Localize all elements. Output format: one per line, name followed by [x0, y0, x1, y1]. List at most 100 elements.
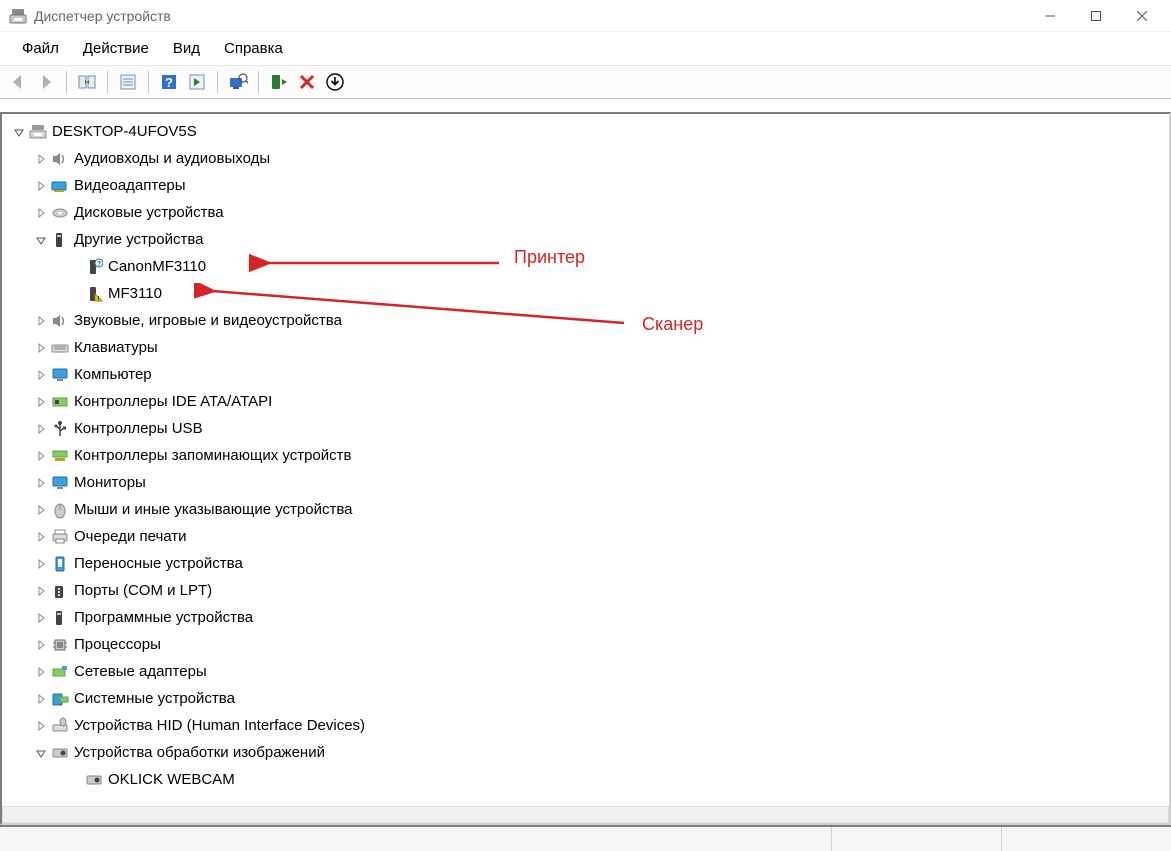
node-label: Аудиовходы и аудиовыходы	[74, 151, 270, 166]
menu-help[interactable]: Справка	[212, 36, 295, 61]
enable-device-button[interactable]	[267, 70, 291, 94]
uninstall-device-button[interactable]	[295, 70, 319, 94]
tree-item-oklick-webcam[interactable]: OKLICK WEBCAM	[4, 766, 1167, 793]
expand-icon[interactable]	[32, 532, 50, 542]
expand-icon[interactable]	[32, 181, 50, 191]
expand-icon[interactable]	[32, 343, 50, 353]
show-hide-console-button[interactable]	[75, 70, 99, 94]
node-label: Контроллеры USB	[74, 421, 203, 436]
tree-category-software-devices[interactable]: Программные устройства	[4, 604, 1167, 631]
collapse-icon[interactable]	[32, 748, 50, 758]
usb-icon	[50, 419, 70, 439]
node-label: Клавиатуры	[74, 340, 158, 355]
tree-category-computer[interactable]: Компьютер	[4, 361, 1167, 388]
expand-icon[interactable]	[32, 154, 50, 164]
tree-category-ide-atapi[interactable]: Контроллеры IDE ATA/ATAPI	[4, 388, 1167, 415]
tree-item-canon-mf3110[interactable]: ? CanonMF3110	[4, 253, 1167, 280]
imaging-device-icon	[50, 743, 70, 763]
expand-icon[interactable]	[32, 208, 50, 218]
expand-icon[interactable]	[32, 667, 50, 677]
tree-item-mf3110[interactable]: ! MF3110	[4, 280, 1167, 307]
device-tree[interactable]: DESKTOP-4UFOV5S Аудиовходы и аудиовыходы…	[4, 118, 1167, 793]
collapse-icon[interactable]	[10, 127, 28, 137]
software-device-icon	[50, 608, 70, 628]
tree-root[interactable]: DESKTOP-4UFOV5S	[4, 118, 1167, 145]
node-label: Контроллеры запоминающих устройств	[74, 448, 351, 463]
tree-category-disk[interactable]: Дисковые устройства	[4, 199, 1167, 226]
maximize-button[interactable]	[1073, 1, 1119, 31]
node-label: DESKTOP-4UFOV5S	[52, 124, 197, 139]
app-icon	[8, 6, 28, 26]
expand-icon[interactable]	[32, 559, 50, 569]
window-title: Диспетчер устройств	[34, 8, 171, 24]
update-driver-button[interactable]	[323, 70, 347, 94]
node-label: Устройства HID (Human Interface Devices)	[74, 718, 365, 733]
expand-icon[interactable]	[32, 586, 50, 596]
collapse-icon[interactable]	[32, 235, 50, 245]
svg-text:?: ?	[97, 261, 101, 268]
tree-category-ports[interactable]: Порты (COM и LPT)	[4, 577, 1167, 604]
expand-icon[interactable]	[32, 451, 50, 461]
monitor-icon	[50, 473, 70, 493]
node-label: Другие устройства	[74, 232, 203, 247]
expand-icon[interactable]	[32, 370, 50, 380]
expand-icon[interactable]	[32, 613, 50, 623]
unknown-device-icon: ?	[84, 257, 104, 277]
node-label: Программные устройства	[74, 610, 253, 625]
tree-category-keyboards[interactable]: Клавиатуры	[4, 334, 1167, 361]
close-button[interactable]	[1119, 1, 1165, 31]
node-label: Видеоадаптеры	[74, 178, 186, 193]
menu-file[interactable]: Файл	[10, 36, 71, 61]
tree-category-imaging[interactable]: Устройства обработки изображений	[4, 739, 1167, 766]
toolbar: ?	[0, 66, 1171, 99]
menu-action[interactable]: Действие	[71, 36, 161, 61]
mouse-icon	[50, 500, 70, 520]
separator	[107, 71, 108, 93]
scan-hardware-button[interactable]	[226, 70, 250, 94]
expand-icon[interactable]	[32, 478, 50, 488]
tree-category-other-devices[interactable]: Другие устройства	[4, 226, 1167, 253]
tree-category-usb[interactable]: Контроллеры USB	[4, 415, 1167, 442]
portable-device-icon	[50, 554, 70, 574]
tree-category-portable[interactable]: Переносные устройства	[4, 550, 1167, 577]
menu-view[interactable]: Вид	[161, 36, 212, 61]
tree-category-print-queues[interactable]: Очереди печати	[4, 523, 1167, 550]
node-label: Контроллеры IDE ATA/ATAPI	[74, 394, 272, 409]
expand-icon[interactable]	[32, 316, 50, 326]
unknown-device-warning-icon: !	[84, 284, 104, 304]
expand-icon[interactable]	[32, 694, 50, 704]
back-button[interactable]	[6, 70, 30, 94]
node-label: Устройства обработки изображений	[74, 745, 325, 760]
tree-category-monitors[interactable]: Мониторы	[4, 469, 1167, 496]
node-label: Порты (COM и LPT)	[74, 583, 212, 598]
tree-category-system[interactable]: Системные устройства	[4, 685, 1167, 712]
tree-category-audio-io[interactable]: Аудиовходы и аудиовыходы	[4, 145, 1167, 172]
node-label: Очереди печати	[74, 529, 187, 544]
tree-category-video-adapters[interactable]: Видеоадаптеры	[4, 172, 1167, 199]
disk-icon	[50, 203, 70, 223]
speaker-icon	[50, 311, 70, 331]
tree-category-mice[interactable]: Мыши и иные указывающие устройства	[4, 496, 1167, 523]
expand-icon[interactable]	[32, 505, 50, 515]
svg-text:?: ?	[165, 75, 173, 90]
help-button[interactable]: ?	[157, 70, 181, 94]
tree-category-processors[interactable]: Процессоры	[4, 631, 1167, 658]
properties-button[interactable]	[116, 70, 140, 94]
separator	[148, 71, 149, 93]
node-label: CanonMF3110	[108, 259, 206, 274]
tree-category-storage-controllers[interactable]: Контроллеры запоминающих устройств	[4, 442, 1167, 469]
horizontal-scrollbar[interactable]	[2, 806, 1169, 823]
action-button[interactable]	[185, 70, 209, 94]
camera-icon	[84, 770, 104, 790]
minimize-button[interactable]	[1027, 1, 1073, 31]
cpu-icon	[50, 635, 70, 655]
tree-category-sound-game-video[interactable]: Звуковые, игровые и видеоустройства	[4, 307, 1167, 334]
forward-button[interactable]	[34, 70, 58, 94]
expand-icon[interactable]	[32, 424, 50, 434]
expand-icon[interactable]	[32, 397, 50, 407]
node-label: OKLICK WEBCAM	[108, 772, 235, 787]
expand-icon[interactable]	[32, 640, 50, 650]
tree-category-network[interactable]: Сетевые адаптеры	[4, 658, 1167, 685]
expand-icon[interactable]	[32, 721, 50, 731]
tree-category-hid[interactable]: Устройства HID (Human Interface Devices)	[4, 712, 1167, 739]
